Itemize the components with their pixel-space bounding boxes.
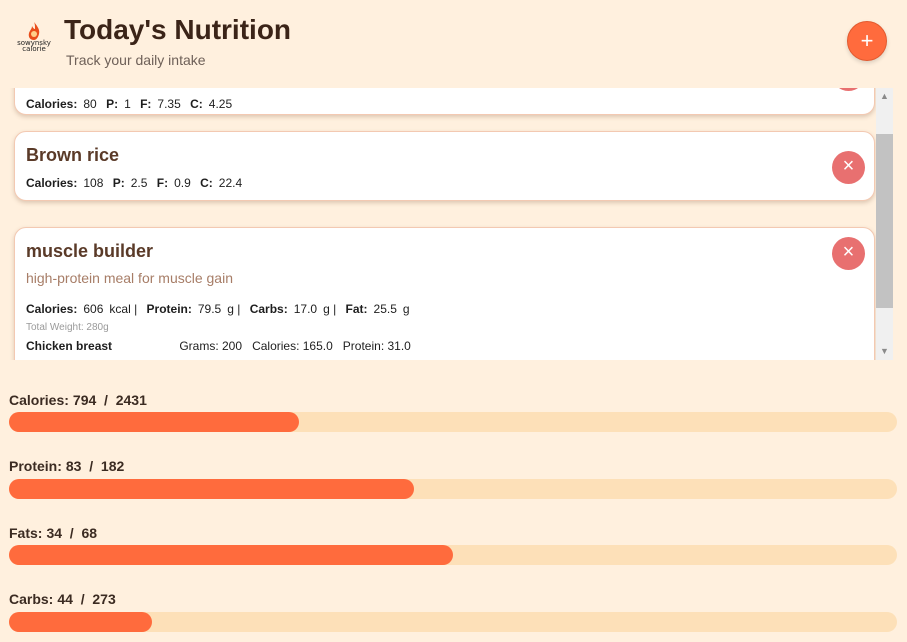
ingredient-row: Chicken breast Grams: 200 Calories: 165.… bbox=[26, 339, 411, 353]
delete-entry-button[interactable]: × bbox=[832, 151, 865, 184]
fats-progress-bar bbox=[9, 545, 897, 565]
protein-progress-fill bbox=[9, 479, 414, 499]
app-header: sowynsky calorie Today's Nutrition Track… bbox=[0, 0, 907, 88]
app-logo: sowynsky calorie bbox=[14, 20, 54, 56]
food-entry-list[interactable]: × Calories:80 P:1 F:7.35 C:4.25 Brown ri… bbox=[0, 88, 893, 360]
delete-entry-button[interactable]: × bbox=[832, 237, 865, 270]
protein-progress-bar bbox=[9, 479, 897, 499]
protein-label: Protein: 83 / 182 bbox=[9, 458, 125, 474]
daily-summary: Calories: 794 / 2431 Protein: 83 / 182 Fat… bbox=[0, 360, 907, 642]
calories-label: Calories: 794 / 2431 bbox=[9, 392, 147, 408]
food-entry-card: Brown rice × Calories: 108 P: 2.5 F: 0.9 C:… bbox=[14, 131, 875, 201]
calories-progress-fill bbox=[9, 412, 300, 432]
scrollbar-thumb[interactable] bbox=[876, 134, 893, 308]
delete-entry-button[interactable]: × bbox=[832, 88, 865, 91]
add-entry-button[interactable]: + bbox=[847, 21, 887, 61]
food-entry-card: × Calories:80 P:1 F:7.35 C:4.25 bbox=[14, 88, 875, 115]
fats-progress-fill bbox=[9, 545, 453, 565]
meal-entry-card: muscle builder × high-protein meal for m… bbox=[14, 227, 875, 360]
chevron-down-icon[interactable]: ▼ bbox=[876, 343, 893, 360]
total-weight: Total Weight: 280g bbox=[26, 322, 109, 333]
list-scrollbar[interactable]: ▲ ▼ bbox=[876, 88, 893, 360]
carbs-progress-fill bbox=[9, 612, 152, 632]
fats-label: Fats: 34 / 68 bbox=[9, 525, 98, 541]
page-title: Today's Nutrition bbox=[64, 14, 292, 45]
macro-summary: Calories: 108 P: 2.5 F: 0.9 C: 22.4 bbox=[26, 176, 243, 190]
carbs-progress-bar bbox=[9, 612, 897, 632]
meal-description: high-protein meal for muscle gain bbox=[26, 270, 233, 286]
close-icon: × bbox=[842, 155, 855, 177]
meal-name: muscle builder bbox=[26, 241, 154, 261]
logo-text: sowynsky calorie bbox=[17, 39, 51, 53]
carbs-label: Carbs: 44 / 273 bbox=[9, 591, 116, 607]
page-subtitle: Track your daily intake bbox=[66, 52, 206, 68]
meal-macro-summary: Calories: 606 kcal | Protein: 79.5 g | Carbs… bbox=[26, 302, 410, 316]
close-icon: × bbox=[842, 241, 855, 263]
calories-progress-bar bbox=[9, 412, 897, 432]
food-name: Brown rice bbox=[26, 145, 120, 165]
chevron-up-icon[interactable]: ▲ bbox=[876, 88, 893, 105]
macro-summary: Calories: 80 P: 1 F: 7.35 C: 4.25 bbox=[26, 97, 233, 111]
